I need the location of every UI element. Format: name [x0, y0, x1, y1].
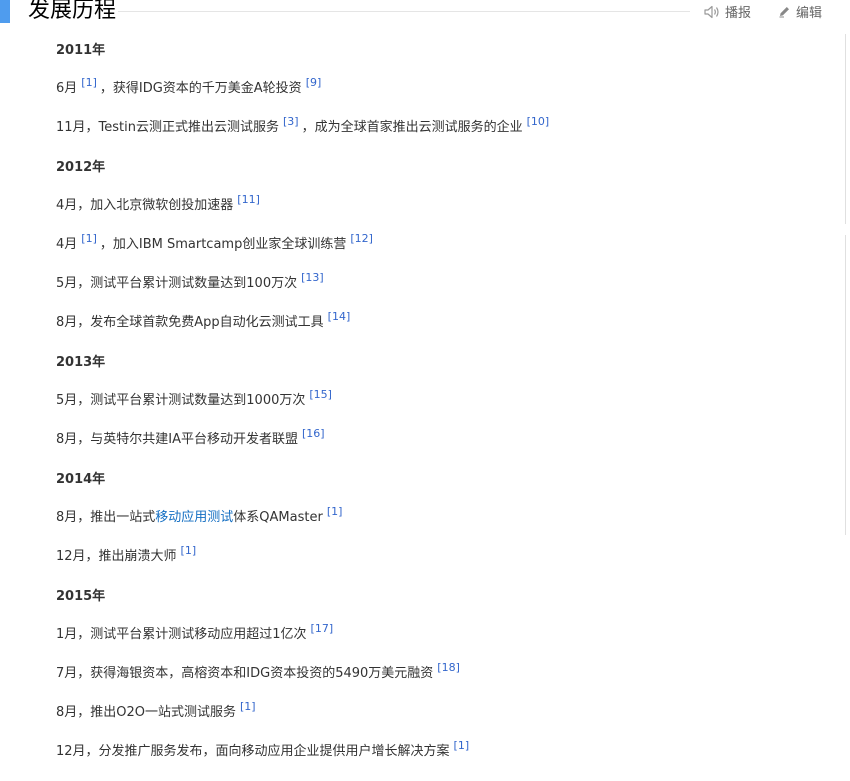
pencil-icon [779, 7, 789, 18]
year-heading: 2014年 [56, 472, 106, 487]
timeline-event: 1月，测试平台累计测试移动应用超过1亿次 [17] [56, 622, 333, 644]
year-heading: 2015年 [56, 589, 106, 604]
citation-link[interactable]: [11] [237, 193, 260, 206]
event-text: 8月，发布全球首款免费App自动化云测试工具 [56, 315, 324, 330]
edit-label: 编辑 [796, 6, 823, 21]
event-text: 4月，加入北京微软创投加速器 [56, 198, 234, 213]
timeline-event: 8月，发布全球首款免费App自动化云测试工具 [14] [56, 310, 350, 332]
timeline-event: 8月，推出O2O一站式测试服务 [1] [56, 700, 256, 722]
event-text: 8月，推出一站式 [56, 510, 156, 525]
timeline-event: 6月 [1] ，获得IDG资本的千万美金A轮投资 [9] [56, 76, 321, 98]
event-text: 6月 [56, 81, 78, 96]
event-text: ，成为全球首家推出云测试服务的企业 [301, 120, 523, 135]
event-text: 1月，测试平台累计测试移动应用超过1亿次 [56, 627, 307, 642]
timeline-event: 11月，Testin云测正式推出云测试服务 [3] ，成为全球首家推出云测试服务的企… [56, 115, 549, 137]
inline-link[interactable]: 移动应用测试 [155, 510, 233, 525]
event-text: 4月 [56, 237, 78, 252]
timeline-event: 4月 [1] ，加入IBM Smartcamp创业家全球训练营 [12] [56, 232, 373, 254]
timeline-event: 7月，获得海银资本，高榕资本和IDG资本投资的5490万美元融资 [18] [56, 661, 460, 683]
citation-link[interactable]: [3] [283, 115, 299, 128]
section-accent-bar [0, 0, 10, 23]
year-heading: 2013年 [56, 355, 106, 370]
citation-link[interactable]: [17] [311, 622, 334, 635]
citation-link[interactable]: [13] [301, 271, 324, 284]
citation-link[interactable]: [10] [527, 115, 550, 128]
timeline-event: 12月，推出崩溃大师 [1] [56, 544, 196, 566]
timeline-event: 8月，与英特尔共建IA平台移动开发者联盟 [16] [56, 427, 325, 449]
event-text: 5月，测试平台累计测试数量达到1000万次 [56, 393, 306, 408]
event-text: 7月，获得海银资本，高榕资本和IDG资本投资的5490万美元融资 [56, 666, 434, 681]
year-heading: 2012年 [56, 160, 106, 175]
speaker-icon [704, 5, 719, 18]
side-rail [845, 235, 850, 535]
citation-link[interactable]: [14] [328, 310, 351, 323]
citation-link[interactable]: [1] [81, 76, 97, 89]
edit-button[interactable]: 编辑 [778, 2, 822, 21]
citation-link[interactable]: [1] [81, 232, 97, 245]
timeline-event: 12月，分发推广服务发布，面向移动应用企业提供用户增长解决方案 [1] [56, 739, 469, 761]
event-text: ，获得IDG资本的千万美金A轮投资 [99, 81, 302, 96]
play-label: 播报 [725, 6, 752, 21]
timeline-event: 5月，测试平台累计测试数量达到100万次 [13] [56, 271, 324, 293]
timeline-event: 4月，加入北京微软创投加速器 [11] [56, 193, 260, 215]
event-text: 5月，测试平台累计测试数量达到100万次 [56, 276, 298, 291]
event-text: 11月，Testin云测正式推出云测试服务 [56, 120, 279, 135]
event-text: 12月，分发推广服务发布，面向移动应用企业提供用户增长解决方案 [56, 744, 450, 759]
year-heading: 2011年 [56, 43, 106, 58]
citation-link[interactable]: [1] [240, 700, 256, 713]
event-text: ，加入IBM Smartcamp创业家全球训练营 [99, 237, 347, 252]
section-title: 发展历程 [28, 0, 117, 23]
citation-link[interactable]: [1] [454, 739, 470, 752]
event-text: 8月，推出O2O一站式测试服务 [56, 705, 237, 720]
play-button[interactable]: 播报 [704, 2, 751, 21]
event-text: 12月，推出崩溃大师 [56, 549, 177, 564]
citation-link[interactable]: [12] [350, 232, 373, 245]
side-rail [845, 34, 850, 224]
citation-link[interactable]: [16] [302, 427, 325, 440]
title-divider [118, 11, 690, 12]
event-text: 8月，与英特尔共建IA平台移动开发者联盟 [56, 432, 298, 447]
citation-link[interactable]: [18] [437, 661, 460, 674]
citation-link[interactable]: [1] [327, 505, 343, 518]
citation-link[interactable]: [9] [306, 76, 322, 89]
citation-link[interactable]: [1] [181, 544, 197, 557]
citation-link[interactable]: [15] [309, 388, 332, 401]
timeline-event: 8月，推出一站式移动应用测试体系QAMaster [1] [56, 505, 342, 527]
event-text: 体系QAMaster [233, 510, 323, 525]
timeline-event: 5月，测试平台累计测试数量达到1000万次 [15] [56, 388, 332, 410]
